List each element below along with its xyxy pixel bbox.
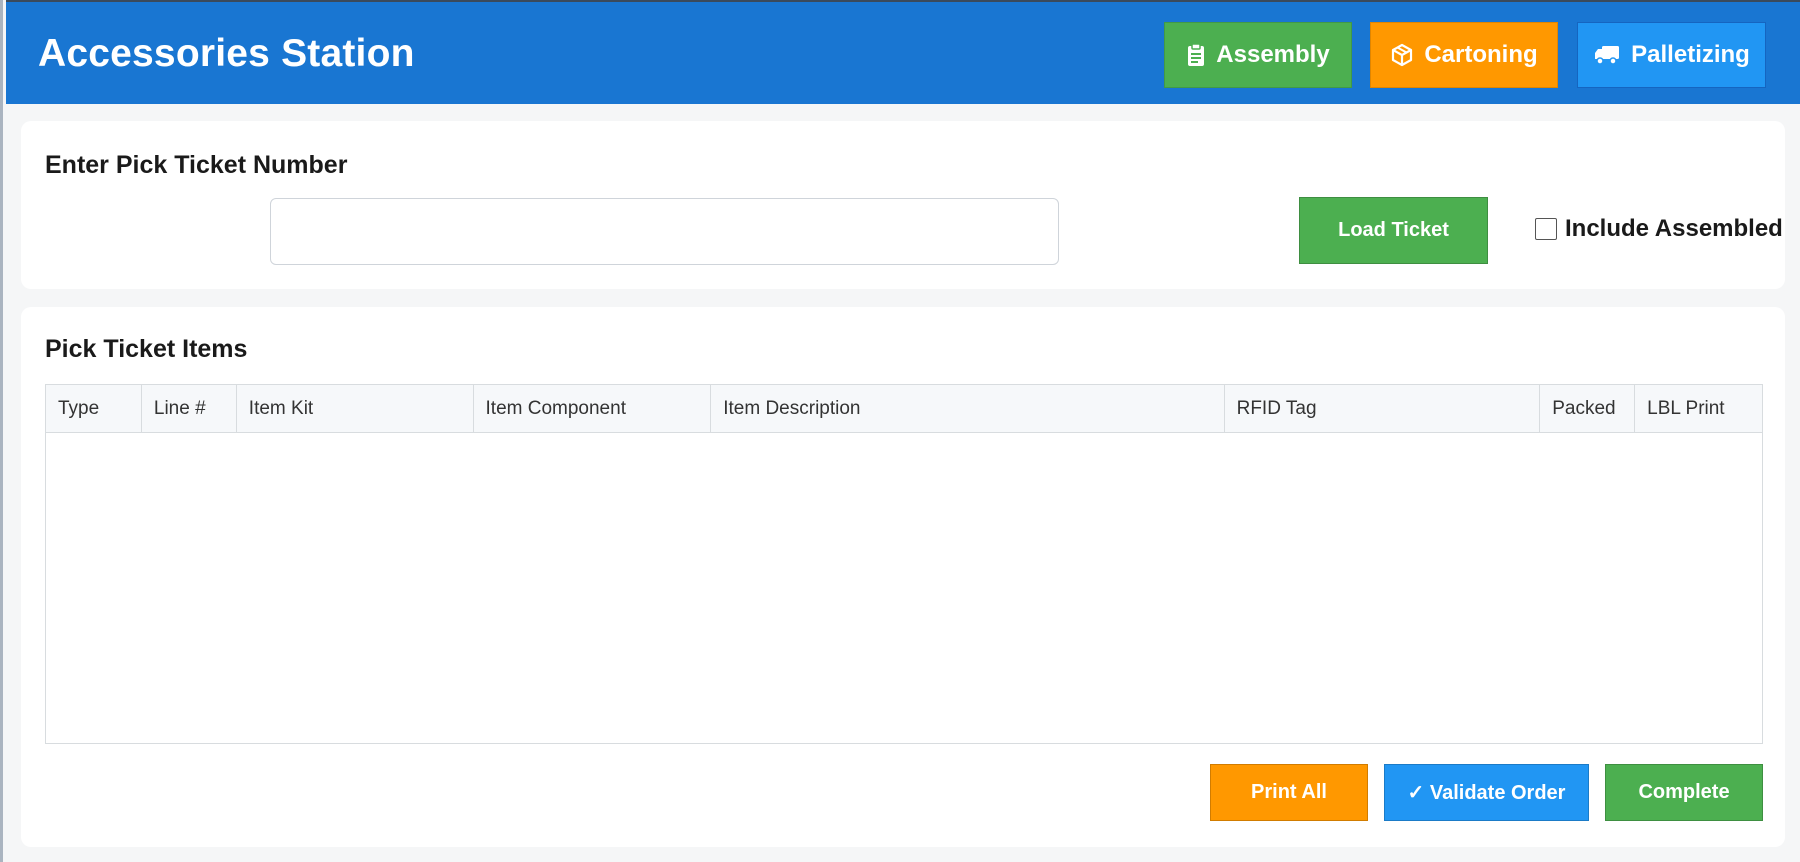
include-assembled-toggle[interactable]: Include Assembled xyxy=(1535,214,1783,244)
pick-ticket-title: Enter Pick Ticket Number xyxy=(45,151,348,179)
truck-icon xyxy=(1593,44,1621,66)
pick-ticket-input[interactable] xyxy=(270,198,1059,265)
include-assembled-checkbox[interactable] xyxy=(1535,218,1557,240)
assembly-nav-button[interactable]: Assembly xyxy=(1164,22,1352,88)
assembly-nav-label: Assembly xyxy=(1216,41,1330,68)
cartoning-nav-label: Cartoning xyxy=(1424,41,1538,68)
column-header-type[interactable]: Type xyxy=(46,385,142,433)
column-header-packed[interactable]: Packed xyxy=(1540,385,1636,433)
table-header: Type Line # Item Kit Item Component Item… xyxy=(46,385,1762,433)
items-title: Pick Ticket Items xyxy=(45,335,248,363)
clipboard-icon xyxy=(1186,43,1206,67)
column-header-item-component[interactable]: Item Component xyxy=(474,385,712,433)
items-table: Type Line # Item Kit Item Component Item… xyxy=(45,384,1763,744)
pick-ticket-card: Enter Pick Ticket Number Load Ticket Inc… xyxy=(21,121,1785,289)
pick-ticket-items-card: Pick Ticket Items Type Line # Item Kit I… xyxy=(21,307,1785,847)
column-header-rfid-tag[interactable]: RFID Tag xyxy=(1225,385,1541,433)
palletizing-nav-button[interactable]: Palletizing xyxy=(1577,22,1766,88)
cartoning-nav-button[interactable]: Cartoning xyxy=(1370,22,1558,88)
column-header-line[interactable]: Line # xyxy=(142,385,237,433)
print-all-button[interactable]: Print All xyxy=(1210,764,1368,821)
column-header-item-kit[interactable]: Item Kit xyxy=(237,385,474,433)
include-assembled-label: Include Assembled xyxy=(1565,215,1783,242)
complete-button[interactable]: Complete xyxy=(1605,764,1763,821)
palletizing-nav-label: Palletizing xyxy=(1631,41,1750,68)
column-header-lbl-print[interactable]: LBL Print xyxy=(1635,385,1762,433)
column-header-item-description[interactable]: Item Description xyxy=(711,385,1225,433)
app-window: Accessories Station Assembly Cartoning P… xyxy=(0,0,1800,862)
validate-order-button[interactable]: ✓ Validate Order xyxy=(1384,764,1589,821)
box-icon xyxy=(1390,43,1414,67)
page-title: Accessories Station xyxy=(38,32,415,75)
app-header: Accessories Station Assembly Cartoning P… xyxy=(6,0,1800,104)
table-body xyxy=(46,433,1762,743)
load-ticket-button[interactable]: Load Ticket xyxy=(1299,197,1488,264)
